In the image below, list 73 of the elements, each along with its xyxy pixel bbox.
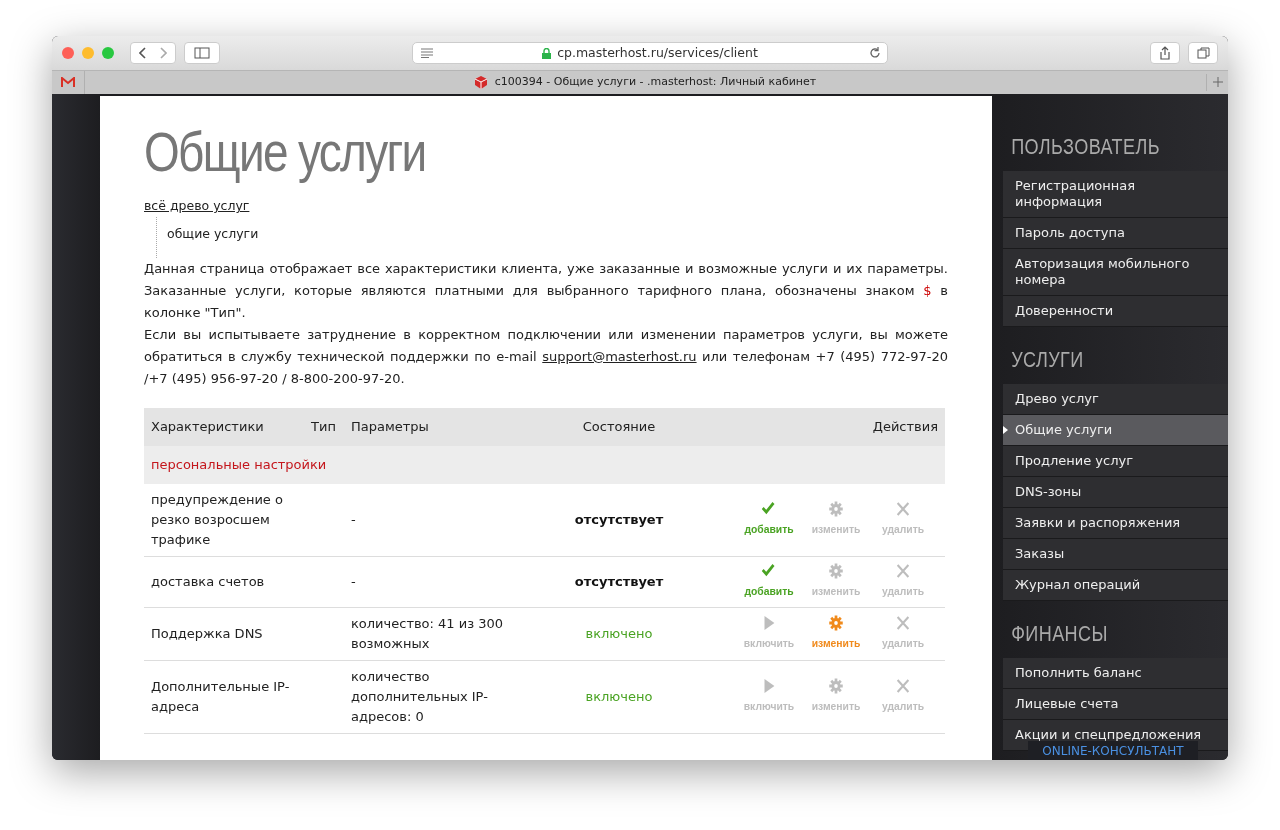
- sidebar-item[interactable]: Заявки и распоряжения: [1003, 508, 1228, 539]
- status-text: отсутствует: [574, 511, 664, 527]
- share-icon: [1159, 46, 1171, 60]
- table-cell: количество дополнительных IP-адресов: 0: [344, 660, 554, 734]
- plus-icon: [1212, 77, 1223, 88]
- tab-title: c100394 - Общие услуги - .masterhost: Личный кабинет: [494, 74, 817, 91]
- current-marker-icon: [1003, 426, 1008, 434]
- sidebar-item[interactable]: Продление услуг: [1003, 446, 1228, 477]
- play-icon: [761, 614, 777, 631]
- gear-icon: [828, 562, 844, 579]
- sidebar-item[interactable]: Журнал операций: [1003, 570, 1228, 601]
- reload-icon[interactable]: [869, 47, 881, 59]
- close-icon: [895, 500, 911, 517]
- column-header: Параметры: [344, 407, 554, 446]
- table-cell: Поддержка DNS: [144, 607, 304, 661]
- sidebar-icon: [194, 47, 210, 59]
- sidebar-item[interactable]: Регистрационная информация: [1003, 171, 1228, 218]
- close-icon: [895, 677, 911, 694]
- sidebar-item[interactable]: Пополнить баланс: [1003, 658, 1228, 689]
- tabs-icon: [1196, 47, 1210, 59]
- back-forward-buttons[interactable]: [130, 42, 176, 64]
- sidebar-item[interactable]: Авторизация мобильного номера: [1003, 249, 1228, 296]
- tree-item: общие услуги: [167, 226, 259, 242]
- column-header: Тип: [304, 407, 344, 446]
- share-button[interactable]: [1150, 42, 1180, 64]
- reader-icon[interactable]: [421, 48, 433, 58]
- mail-icon: [61, 77, 75, 88]
- page-title: Общие услуги: [144, 119, 427, 185]
- sidebar-item[interactable]: Лицевые счета: [1003, 689, 1228, 720]
- status-text: отсутствует: [574, 573, 664, 589]
- description-paragraph: Данная страница отображает все характеристики клиента, уже заказанные и возможные услуги и их параметры. Заказанные услуги, которые являются платными для выбранного тарифного плана, обозначены знаком $ в колонке "Тип".: [144, 259, 948, 322]
- status-text: включено: [585, 688, 653, 704]
- column-header: Состояние: [554, 407, 684, 446]
- sidebar-item[interactable]: Пароль доступа: [1003, 218, 1228, 249]
- section-heading: ФИНАНСЫ: [1010, 620, 1109, 648]
- section-heading: ПОЛЬЗОВАТЕЛЬ: [1010, 133, 1161, 161]
- minimize-window-dot[interactable]: [82, 47, 94, 59]
- sidebar-item[interactable]: Общие услуги: [1003, 415, 1228, 446]
- group-header: персональные настройки: [144, 445, 945, 484]
- column-header: Характеристики: [144, 407, 304, 446]
- lock-icon: [542, 47, 552, 59]
- check-icon: [761, 500, 777, 517]
- address-bar[interactable]: cp.masterhost.ru/services/client: [412, 42, 888, 64]
- column-header: Действия: [684, 407, 945, 446]
- sidebar-item[interactable]: DNS-зоны: [1003, 477, 1228, 508]
- section-heading: УСЛУГИ: [1010, 346, 1085, 374]
- close-icon: [895, 614, 911, 631]
- gear-icon: [828, 614, 844, 631]
- play-icon: [761, 677, 777, 694]
- table-cell: доставка счетов: [144, 556, 304, 608]
- sidebar-item[interactable]: Древо услуг: [1003, 384, 1228, 415]
- sidebar-item[interactable]: Доверенности: [1003, 296, 1228, 327]
- table-cell: предупреждение о резко возросшем трафике: [144, 483, 304, 557]
- sidebar-toggle-button[interactable]: [184, 42, 220, 64]
- sidebar-item[interactable]: Заказы: [1003, 539, 1228, 570]
- email-link[interactable]: support@masterhost.ru: [542, 348, 697, 364]
- online-consultant-toast[interactable]: ONLINE-КОНСУЛЬТАНТ: [1028, 741, 1198, 760]
- tabs-button[interactable]: [1188, 42, 1218, 64]
- close-window-dot[interactable]: [62, 47, 74, 59]
- table-cell: -: [344, 483, 554, 557]
- cube-icon: [474, 76, 487, 89]
- description-paragraph: Если вы испытываете затруднение в корректном подключении или изменении параметров услуги, вы можете обратиться в службу технической поддержки по e-mail support@masterhost.ru или телефонам +7 (495) 772-97-20 /+7 (495) 956-97-20 / 8-800-200-97-20.: [144, 325, 948, 388]
- table-cell: количество: 41 из 300 возможных: [344, 607, 554, 661]
- close-icon: [895, 562, 911, 579]
- gear-icon: [828, 677, 844, 694]
- status-text: включено: [585, 625, 653, 641]
- breadcrumb-link[interactable]: всё древо услуг: [144, 198, 250, 214]
- gear-icon: [828, 500, 844, 517]
- zoom-window-dot[interactable]: [102, 47, 114, 59]
- url-text: cp.masterhost.ru/services/client: [557, 43, 758, 62]
- check-icon: [761, 562, 777, 579]
- table-cell: -: [344, 556, 554, 608]
- table-cell: Дополнительные IP-адреса: [144, 660, 304, 734]
